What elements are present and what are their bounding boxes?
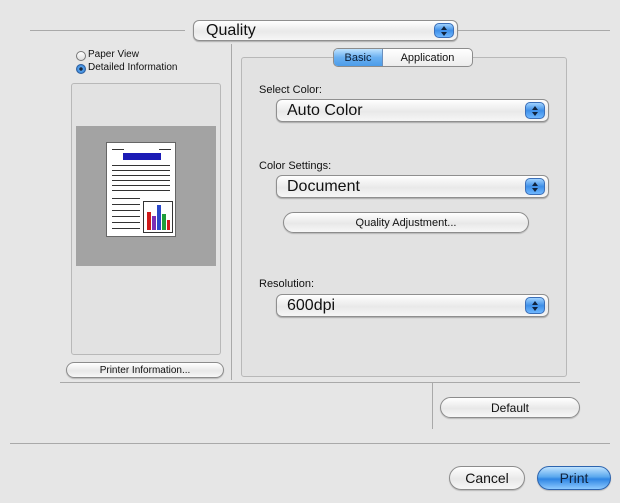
content-separator [60,382,580,383]
print-button[interactable]: Print [537,466,611,490]
document-preview-image [106,142,176,237]
cancel-label: Cancel [465,470,509,486]
top-separator-right [458,30,610,31]
resolution-label: Resolution: [259,278,315,290]
popup-stepper-icon [525,102,545,119]
cancel-button[interactable]: Cancel [449,466,525,490]
document-title-graphic [123,153,161,160]
color-settings-value: Document [287,177,360,195]
footer-separator [10,443,610,444]
default-divider [432,383,433,429]
document-bar-chart-graphic [143,201,173,233]
default-button[interactable]: Default [440,397,580,418]
section-popup-value: Quality [206,21,256,39]
color-settings-popup[interactable]: Document [276,175,549,198]
select-color-value: Auto Color [287,101,363,119]
section-popup[interactable]: Quality [193,20,458,41]
color-settings-label: Color Settings: [259,160,332,172]
quality-adjustment-button[interactable]: Quality Adjustment... [283,212,529,233]
printer-information-label: Printer Information... [99,364,191,376]
popup-stepper-icon [525,297,545,314]
default-label: Default [490,400,530,415]
paper-view-label[interactable]: Paper View [88,49,139,60]
select-color-label: Select Color: [259,84,322,96]
column-divider [231,44,232,380]
paper-view-radio[interactable] [76,51,86,61]
tab-application[interactable]: Application [383,49,472,66]
top-separator-left [30,30,185,31]
quality-adjustment-label: Quality Adjustment... [355,216,457,229]
resolution-popup[interactable]: 600dpi [276,294,549,317]
select-color-popup[interactable]: Auto Color [276,99,549,122]
printer-information-button[interactable]: Printer Information... [66,362,224,378]
print-label: Print [559,470,589,486]
detailed-info-radio[interactable] [76,64,86,74]
tab-control: Basic Application [333,48,473,67]
popup-stepper-icon [525,178,545,195]
popup-stepper-icon [434,23,454,38]
tab-basic[interactable]: Basic [334,49,383,66]
resolution-value: 600dpi [287,296,336,314]
detailed-info-label[interactable]: Detailed Information [88,62,178,73]
